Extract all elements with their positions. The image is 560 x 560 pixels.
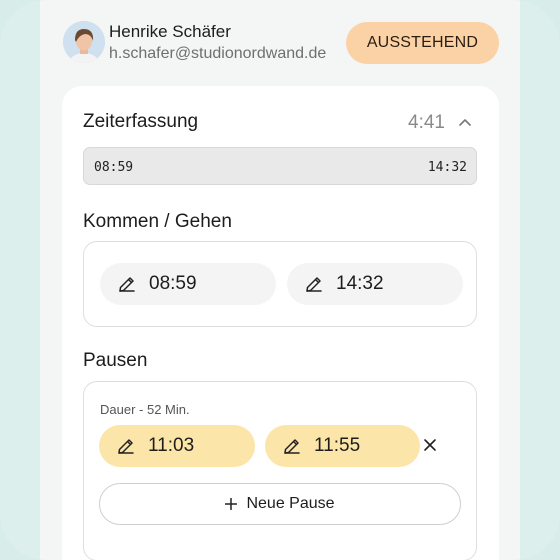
section-title-check-in-out: Kommen / Gehen	[83, 211, 232, 232]
check-out-time: 14:32	[336, 273, 384, 294]
timeline-start: 08:59	[94, 160, 134, 175]
new-break-button[interactable]: Neue Pause	[99, 483, 461, 525]
breaks-box: Dauer - 52 Min. 11:03 11:55 Neue Pause	[83, 381, 477, 560]
user-email: h.schafer@studionordwand.de	[109, 45, 327, 62]
pencil-icon	[284, 439, 300, 454]
device-frame: Henrike Schäfer h.schafer@studionordwand…	[0, 0, 560, 560]
pencil-icon	[119, 277, 135, 292]
app-screen: Henrike Schäfer h.schafer@studionordwand…	[40, 0, 520, 560]
avatar	[63, 21, 105, 63]
timeline-end: 14:32	[427, 160, 467, 175]
total-time: 4:41	[408, 112, 445, 133]
timeline-bar: 08:59 14:32	[83, 147, 477, 185]
status-badge: AUSSTEHEND	[346, 22, 499, 64]
check-in-time: 08:59	[149, 273, 197, 294]
pencil-icon	[118, 439, 134, 454]
check-in-out-box: 08:59 14:32	[83, 241, 477, 327]
section-title-time-tracking: Zeiterfassung	[83, 111, 199, 132]
plus-icon	[225, 498, 238, 510]
user-name: Henrike Schäfer	[109, 22, 231, 41]
check-out-time-pill[interactable]: 14:32	[287, 263, 463, 305]
break-start-pill[interactable]: 11:03	[99, 425, 255, 467]
section-title-breaks: Pausen	[83, 350, 148, 371]
new-break-label: Neue Pause	[246, 495, 335, 512]
break-end-time: 11:55	[314, 435, 361, 456]
break-end-pill[interactable]: 11:55	[265, 425, 420, 467]
break-start-time: 11:03	[148, 435, 195, 456]
close-icon[interactable]	[422, 437, 438, 453]
break-duration-label: Dauer - 52 Min.	[100, 402, 190, 417]
chevron-up-icon[interactable]	[458, 115, 472, 129]
time-entry-card: Zeiterfassung 4:41 08:59 14:32 Kommen / …	[62, 86, 499, 560]
pencil-icon	[306, 277, 322, 292]
check-in-time-pill[interactable]: 08:59	[100, 263, 276, 305]
